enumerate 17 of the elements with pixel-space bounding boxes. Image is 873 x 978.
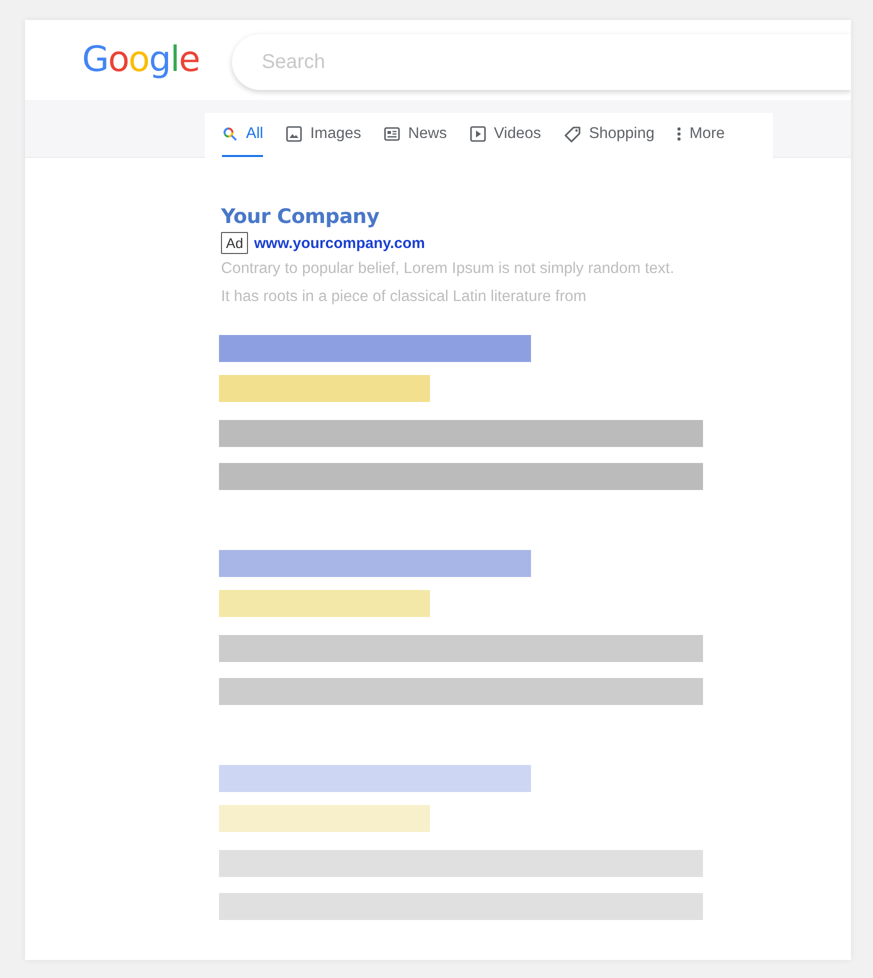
ad-title-link[interactable]: Your Company	[221, 204, 380, 228]
url-link[interactable]: www.yourcompany.com	[254, 234, 425, 252]
tab[interactable]: Videos	[470, 113, 541, 157]
ad-description: Contrary to popular belief, Lorem Ipsum is not simply random text. It has roots in a piece of classical Latin literature from	[221, 259, 676, 307]
tab[interactable]: Shopping	[564, 113, 654, 157]
tag-icon	[564, 126, 581, 142]
tab[interactable]: All	[222, 113, 264, 157]
tab[interactable]: News	[384, 113, 447, 157]
search-icon	[222, 126, 238, 142]
more-icon	[677, 127, 682, 141]
image-icon	[286, 126, 302, 142]
news-icon	[384, 127, 400, 141]
google-logo: Google	[82, 40, 200, 80]
tab[interactable]: More	[677, 113, 725, 157]
tab[interactable]: Images	[286, 113, 362, 157]
play-icon	[470, 126, 486, 142]
ad-label: Ad	[221, 232, 248, 254]
